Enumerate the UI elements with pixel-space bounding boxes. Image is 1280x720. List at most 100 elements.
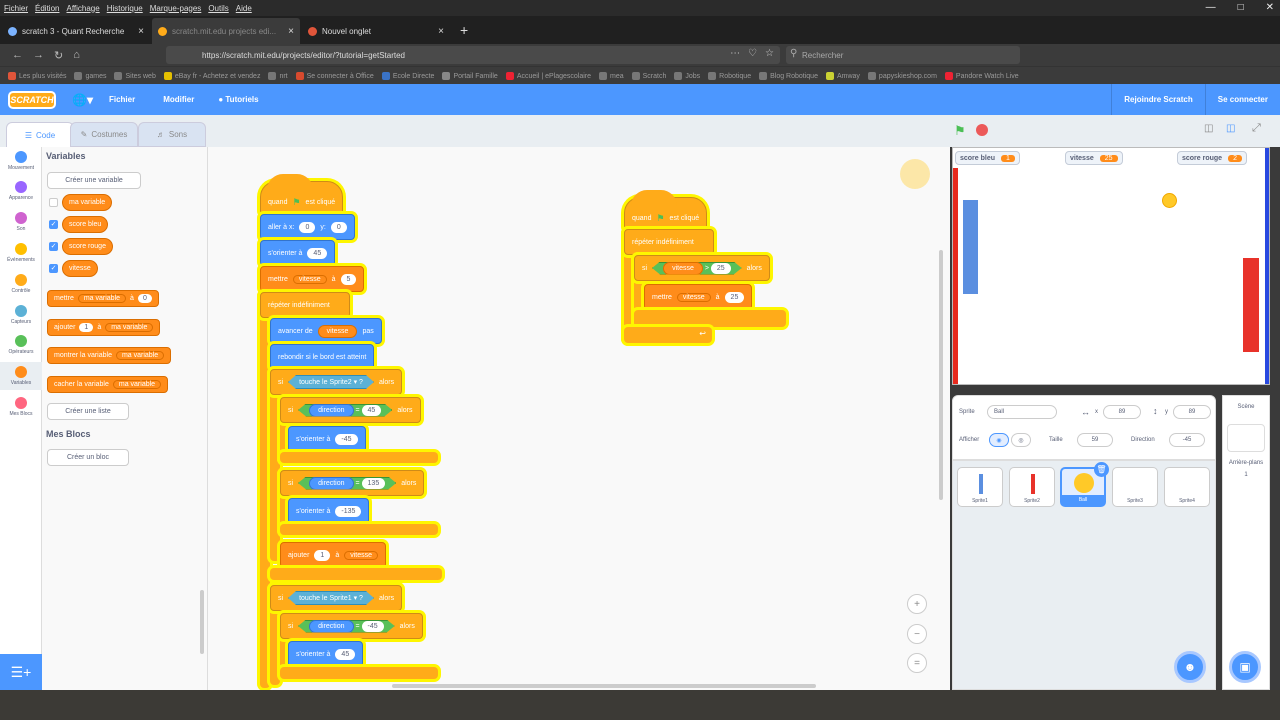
checkbox-score-rouge[interactable]: ✓ xyxy=(49,242,58,251)
bookmark-item[interactable]: Les plus visités xyxy=(8,71,66,80)
value-input[interactable]: 1 xyxy=(79,323,94,332)
bookmark-item[interactable]: nrt xyxy=(268,71,288,80)
menu-tools[interactable]: Outils xyxy=(208,4,228,13)
code-hscrollbar[interactable] xyxy=(392,684,816,688)
bookmark-item[interactable]: Ecole Directe xyxy=(381,71,434,80)
value-input[interactable]: 25 xyxy=(711,263,731,274)
equals-operator[interactable]: direction = 45 xyxy=(298,404,392,417)
category-operators[interactable]: Opérateurs xyxy=(0,335,42,355)
maximize-icon[interactable]: □ xyxy=(1238,2,1244,13)
checkbox-vitesse[interactable]: ✓ xyxy=(49,264,58,273)
category-looks[interactable]: Apparence xyxy=(0,181,42,201)
menu-file[interactable]: Fichier xyxy=(4,4,28,13)
hide-variable-block[interactable]: cacher la variable ma variable xyxy=(47,376,169,393)
checkbox-ma-variable[interactable] xyxy=(49,198,58,207)
category-motion[interactable]: Mouvement xyxy=(0,151,42,171)
variable-dropdown[interactable]: ma variable xyxy=(115,351,165,360)
join-scratch-button[interactable]: Rejoindre Scratch xyxy=(1112,95,1204,104)
bookmark-item[interactable]: Scratch xyxy=(631,71,666,80)
browser-tab[interactable]: Nouvel onglet × xyxy=(302,18,450,44)
touching-sensor[interactable]: touche le Sprite1 ▾ ? xyxy=(288,591,374,605)
if-block[interactable]: si vitesse > 25 alors xyxy=(634,255,770,281)
stage-canvas[interactable]: score bleu 1 vitesse 25 score rouge 2 xyxy=(952,147,1270,385)
add-extension-button[interactable]: ☰+ xyxy=(0,654,42,690)
if-block[interactable]: si direction = -45 alors xyxy=(280,613,423,639)
forever-block[interactable]: répéter indéfiniment xyxy=(260,292,350,318)
variable-reporter[interactable]: vitesse xyxy=(62,260,98,277)
if-block[interactable]: si touche le Sprite2 ▾ ? alors xyxy=(270,369,403,395)
greater-than-operator[interactable]: vitesse > 25 xyxy=(652,262,742,275)
variable-reporter[interactable]: ma variable xyxy=(62,194,113,211)
bookmark-item[interactable]: games xyxy=(74,71,106,80)
sprite-name-input[interactable]: Ball xyxy=(987,405,1057,419)
scratch-logo[interactable]: SCRATCH xyxy=(8,90,56,109)
direction-input[interactable]: 45 xyxy=(335,648,356,660)
tab-sounds[interactable]: ♬ Sons xyxy=(138,122,206,147)
red-paddle-sprite[interactable] xyxy=(1243,258,1259,352)
bookmark-item[interactable]: Accueil | ePlagescolaire xyxy=(505,71,591,80)
zoom-in-button[interactable]: + xyxy=(907,594,927,614)
menu-bookmarks[interactable]: Marque-pages xyxy=(150,4,202,13)
choose-sprite-button[interactable]: ☻ xyxy=(1174,651,1206,683)
variable-reporter[interactable]: score rouge xyxy=(62,238,113,255)
y-input[interactable]: 0 xyxy=(330,221,347,233)
code-vscrollbar[interactable] xyxy=(939,250,943,500)
size-input[interactable]: 59 xyxy=(1077,433,1113,447)
monitor-vitesse[interactable]: vitesse 25 xyxy=(1065,151,1123,165)
category-events[interactable]: Événements xyxy=(0,243,42,263)
palette-scrollbar[interactable] xyxy=(200,590,204,654)
bookmark-item[interactable]: mea xyxy=(599,71,624,80)
category-sound[interactable]: Son xyxy=(0,212,42,232)
sprite-thumb[interactable]: Sprite3 xyxy=(1112,467,1158,507)
code-area[interactable]: quand ⚑ est cliqué aller à x: 0 y: 0 s'orient… xyxy=(208,147,950,690)
browser-search-input[interactable]: ⚲ Rechercher xyxy=(786,46,1020,64)
move-steps-block[interactable]: avancer de vitesse pas xyxy=(270,318,382,344)
menu-edit[interactable]: Édition xyxy=(35,4,59,13)
y-position-input[interactable]: 89 xyxy=(1173,405,1211,419)
category-sensing[interactable]: Capteurs xyxy=(0,305,42,325)
globe-icon[interactable]: 🌐▾ xyxy=(72,93,93,107)
point-direction-block[interactable]: s'orienter à -135 xyxy=(288,498,370,524)
zoom-out-button[interactable]: − xyxy=(907,624,927,644)
menu-help[interactable]: Aide xyxy=(236,4,252,13)
bookmark-item[interactable]: eBay fr - Achetez et vendez xyxy=(163,71,260,80)
blue-paddle-sprite[interactable] xyxy=(963,200,978,294)
if-block[interactable]: si direction = 135 alors xyxy=(280,470,425,496)
browser-tab[interactable]: scratch 3 - Quant Recherche × xyxy=(2,18,150,44)
point-direction-block[interactable]: s'orienter à 45 xyxy=(288,641,364,667)
menu-file-button[interactable]: Fichier xyxy=(109,95,135,104)
sign-in-button[interactable]: Se connecter xyxy=(1206,95,1280,104)
variable-reporter[interactable]: vitesse xyxy=(663,262,703,275)
zoom-reset-button[interactable]: = xyxy=(907,653,927,673)
sprite-dropdown[interactable]: Sprite1 xyxy=(329,595,351,602)
bookmark-item[interactable]: papyskieshop.com xyxy=(867,71,937,80)
sprite-thumb[interactable]: Sprite4 xyxy=(1164,467,1210,507)
point-direction-block[interactable]: s'orienter à 45 xyxy=(260,240,336,266)
equals-operator[interactable]: direction = 135 xyxy=(298,477,396,490)
reload-icon[interactable]: ↻ xyxy=(54,49,63,62)
value-input[interactable]: 45 xyxy=(362,405,382,416)
bookmark-item[interactable]: Blog Robotique xyxy=(759,71,818,80)
minimize-icon[interactable]: — xyxy=(1206,2,1216,13)
large-stage-icon[interactable]: ◫ xyxy=(1226,123,1235,134)
back-icon[interactable]: ← xyxy=(12,49,23,61)
bounce-on-edge-block[interactable]: rebondir si le bord est atteint xyxy=(270,344,375,370)
home-icon[interactable]: ⌂ xyxy=(73,49,80,61)
backdrop-thumb[interactable] xyxy=(1227,424,1265,452)
direction-input[interactable]: -45 xyxy=(1169,433,1205,447)
menu-edit-button[interactable]: Modifier xyxy=(163,95,194,104)
variable-dropdown[interactable]: ma variable xyxy=(105,323,154,332)
direction-reporter[interactable]: direction xyxy=(309,477,353,490)
sprite-thumb[interactable]: Sprite1 xyxy=(957,467,1003,507)
create-variable-button[interactable]: Créer une variable xyxy=(47,172,141,189)
bookmark-item[interactable]: Pandore Watch Live xyxy=(944,71,1019,80)
monitor-score-bleu[interactable]: score bleu 1 xyxy=(955,151,1020,165)
small-stage-icon[interactable]: ◫ xyxy=(1204,123,1213,134)
choose-backdrop-button[interactable]: ▣ xyxy=(1229,651,1261,683)
ball-sprite[interactable] xyxy=(1162,193,1177,208)
change-variable-block[interactable]: ajouter 1 à ma variable xyxy=(47,319,161,336)
forward-icon[interactable]: → xyxy=(33,49,44,61)
stop-icon[interactable] xyxy=(976,124,988,136)
set-variable-block[interactable]: mettre ma variable à 0 xyxy=(47,290,159,307)
point-direction-block[interactable]: s'orienter à -45 xyxy=(288,426,366,452)
